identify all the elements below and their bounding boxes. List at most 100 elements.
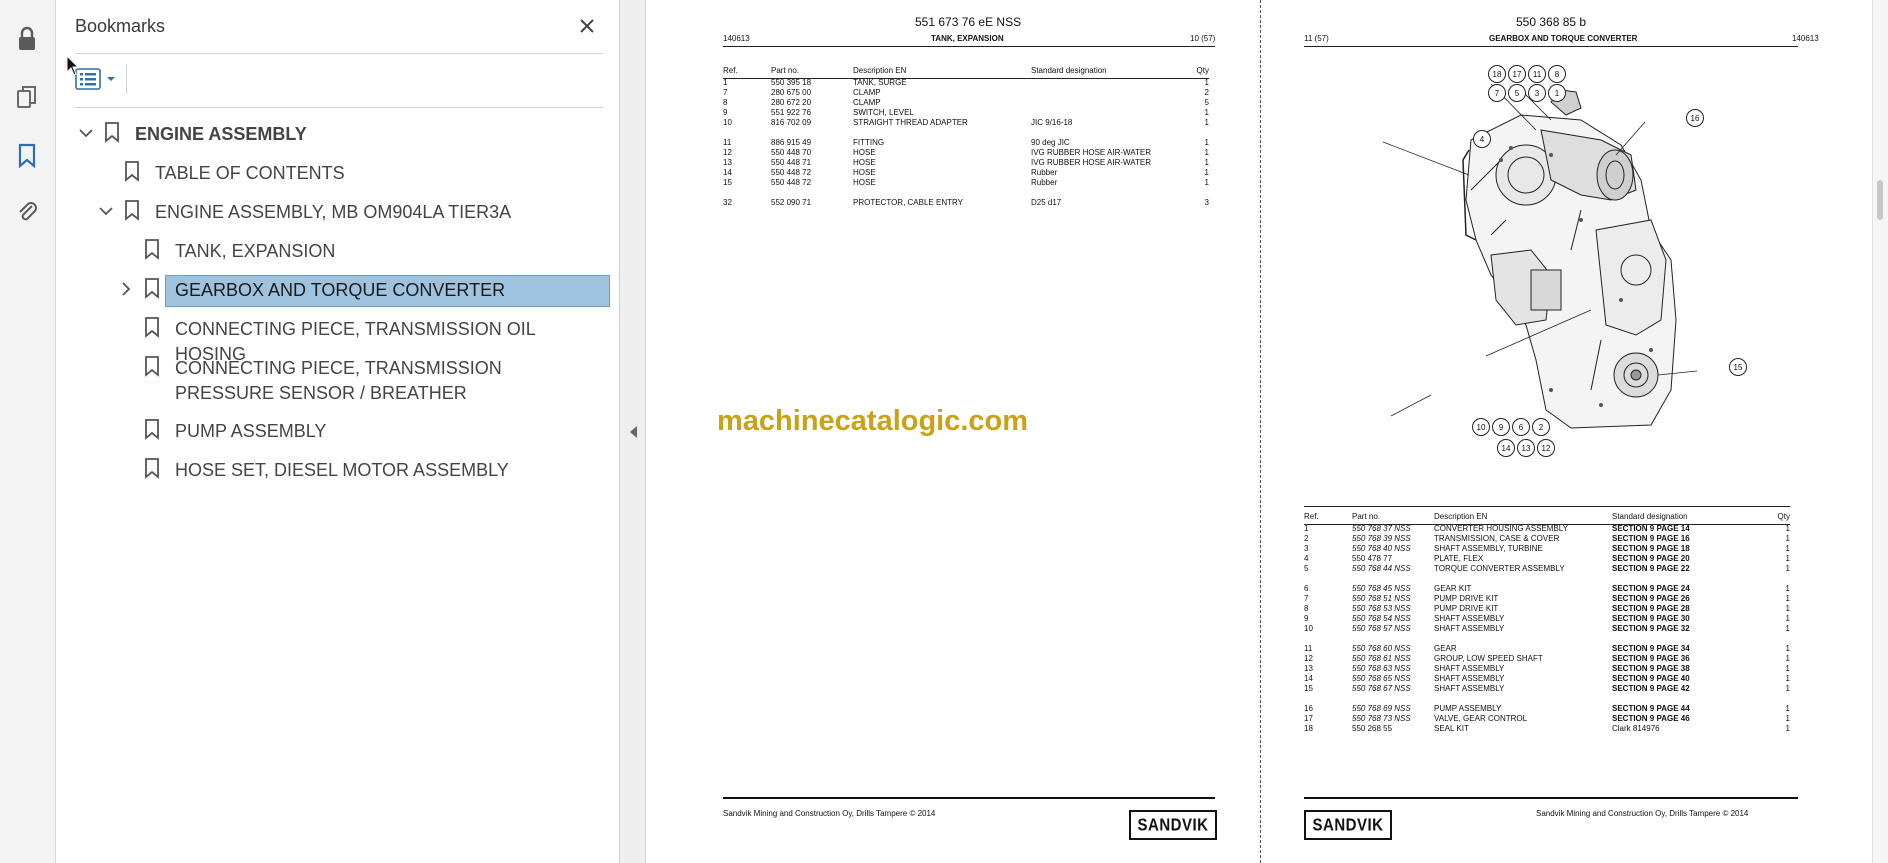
bookmark-icon	[145, 356, 159, 377]
bookmark-item[interactable]: ENGINE ASSEMBLY	[67, 117, 607, 149]
cell-description: FITTING	[853, 138, 885, 147]
cell-ref: 9	[1304, 614, 1309, 623]
cell-standard: D25 d17	[1031, 198, 1062, 207]
page-number: 11 (57)	[1304, 34, 1329, 43]
chevron-right-icon[interactable]	[117, 280, 135, 298]
chevron-down-icon[interactable]	[97, 202, 115, 220]
cell-ref: 2	[1304, 534, 1309, 543]
table-spacer	[1304, 694, 1790, 704]
cell-standard: IVG RUBBER HOSE AIR-WATER	[1031, 148, 1152, 157]
col-desc-header: Description EN	[1434, 512, 1488, 521]
table-row: 14 550 768 65 NSS SHAFT ASSEMBLY SECTION 9 …	[1304, 674, 1790, 684]
divider	[126, 64, 127, 94]
callout-label: 2	[1532, 418, 1550, 436]
bookmarks-title: Bookmarks	[75, 16, 166, 36]
vertical-scrollbar[interactable]	[1872, 0, 1888, 863]
cell-standard: SECTION 9 PAGE 40	[1612, 674, 1690, 683]
table-spacer	[1304, 634, 1790, 644]
lock-icon[interactable]	[10, 22, 44, 56]
chevron-down-icon[interactable]	[77, 124, 95, 142]
cell-description: TORQUE CONVERTER ASSEMBLY	[1434, 564, 1565, 573]
cell-qty: 1	[1204, 158, 1209, 167]
bookmark-options-button[interactable]	[75, 64, 119, 94]
mouse-cursor-icon	[66, 55, 80, 76]
pages-icon[interactable]	[10, 80, 44, 114]
bookmark-icon	[105, 122, 119, 143]
col-desc-header: Description EN	[853, 66, 907, 75]
footer-rule	[1304, 797, 1798, 799]
right-page: 550 368 85 b 11 (57) GEARBOX AND TORQUE …	[1261, 0, 1872, 863]
cell-part-no: 550 448 72	[771, 168, 812, 177]
panel-collapse-handle[interactable]	[620, 0, 646, 863]
table-row: 4 550 478 77 PLATE, FLEX SECTION 9 PAGE 20 1	[1304, 554, 1790, 564]
cell-description: SHAFT ASSEMBLY, TURBINE	[1434, 544, 1543, 553]
cell-qty: 1	[1785, 714, 1790, 723]
cell-standard: SECTION 9 PAGE 34	[1612, 644, 1690, 653]
cell-description: GROUP, LOW SPEED SHAFT	[1434, 654, 1543, 663]
table-row: 14 550 448 72 HOSE Rubber 1	[723, 168, 1209, 178]
bookmark-item[interactable]: ENGINE ASSEMBLY, MB OM904LA TIER3A	[67, 195, 607, 227]
cell-standard	[1031, 108, 1191, 118]
close-icon[interactable]	[573, 12, 601, 40]
table-row: 8 280 672 20 CLAMP 5	[723, 98, 1209, 108]
table-row: 10 550 768 57 NSS SHAFT ASSEMBLY SECTION 9 …	[1304, 624, 1790, 634]
callout-label: 10	[1472, 418, 1490, 436]
cell-part-no: 550 768 60 NSS	[1352, 644, 1411, 653]
cell-ref: 5	[1304, 564, 1309, 573]
cell-qty: 1	[1785, 584, 1790, 593]
cell-part-no: 550 768 65 NSS	[1352, 674, 1411, 683]
gearbox-illustration	[1382, 83, 1698, 429]
cell-part-no: 550 448 71	[771, 158, 812, 167]
divider	[75, 53, 603, 54]
bookmark-item[interactable]: CONNECTING PIECE, TRANSMISSION OIL HOSIN…	[67, 312, 607, 364]
table-row: 1 550 768 37 NSS CONVERTER HOUSING ASSEMBL…	[1304, 524, 1790, 534]
cell-ref: 15	[1304, 684, 1313, 693]
bookmark-item[interactable]: TANK, EXPANSION	[67, 234, 607, 266]
bookmarks-panel: Bookmarks ENGINE ASSEMBLY TABLE OF CONTE…	[57, 0, 620, 863]
bookmark-item[interactable]: CONNECTING PIECE, TRANSMISSION PRESSURE …	[67, 351, 607, 407]
cell-description: SEAL KIT	[1434, 724, 1469, 733]
bookmark-icon	[125, 200, 139, 221]
table-row: 3 550 768 40 NSS SHAFT ASSEMBLY, TURBINE SE…	[1304, 544, 1790, 554]
bookmark-item[interactable]: HOSE SET, DIESEL MOTOR ASSEMBLY	[67, 453, 607, 485]
cell-standard: SECTION 9 PAGE 24	[1612, 584, 1690, 593]
chevron-left-icon[interactable]	[627, 424, 639, 440]
cell-standard: SECTION 9 PAGE 14	[1612, 524, 1690, 533]
table-row: 32 552 090 71 PROTECTOR, CABLE ENTRY D25 d1…	[723, 198, 1209, 208]
cell-description: TANK, SURGE	[853, 78, 907, 87]
cell-ref: 12	[1304, 654, 1313, 663]
bookmark-label: ENGINE ASSEMBLY, MB OM904LA TIER3A	[155, 202, 512, 222]
cell-part-no: 550 768 54 NSS	[1352, 614, 1411, 623]
cell-qty: 1	[1204, 168, 1209, 177]
cell-part-no: 550 448 72	[771, 178, 812, 187]
table-row: 8 550 768 53 NSS PUMP DRIVE KIT SECTION 9 P…	[1304, 604, 1790, 614]
attachment-icon[interactable]	[10, 194, 44, 228]
bookmark-icon	[145, 278, 159, 299]
callout-label: 14	[1497, 439, 1515, 457]
table-header-rule	[1304, 524, 1790, 525]
parts-table: Ref. Part no. Description EN Standard de…	[723, 64, 1209, 208]
cell-part-no: 886 915 49	[771, 138, 812, 147]
col-part-header: Part no.	[771, 66, 800, 75]
callout-label: 9	[1492, 418, 1510, 436]
cell-ref: 14	[1304, 674, 1313, 683]
cell-standard	[1031, 98, 1191, 108]
cell-description: PROTECTOR, CABLE ENTRY	[853, 198, 963, 207]
bookmark-item[interactable]: PUMP ASSEMBLY	[67, 414, 607, 446]
cell-ref: 1	[1304, 524, 1309, 533]
document-view[interactable]: 551 673 76 eE NSS 140613 TANK, EXPANSION…	[647, 0, 1872, 863]
scrollbar-thumb[interactable]	[1877, 180, 1883, 220]
cell-description: HOSE	[853, 168, 876, 177]
cell-description: CLAMP	[853, 98, 881, 107]
cell-description: SHAFT ASSEMBLY	[1434, 624, 1505, 633]
cell-description: PUMP DRIVE KIT	[1434, 604, 1499, 613]
callout-label: 17	[1508, 65, 1526, 83]
cell-qty: 1	[1785, 614, 1790, 623]
page-heading: TANK, EXPANSION	[931, 34, 1004, 43]
cell-standard: SECTION 9 PAGE 16	[1612, 534, 1690, 543]
bookmark-item[interactable]: TABLE OF CONTENTS	[67, 156, 607, 188]
bookmark-item-selected[interactable]: GEARBOX AND TORQUE CONVERTER	[67, 273, 610, 307]
cell-qty: 1	[1785, 704, 1790, 713]
cell-standard: SECTION 9 PAGE 32	[1612, 624, 1690, 633]
bookmark-icon[interactable]	[10, 138, 44, 172]
